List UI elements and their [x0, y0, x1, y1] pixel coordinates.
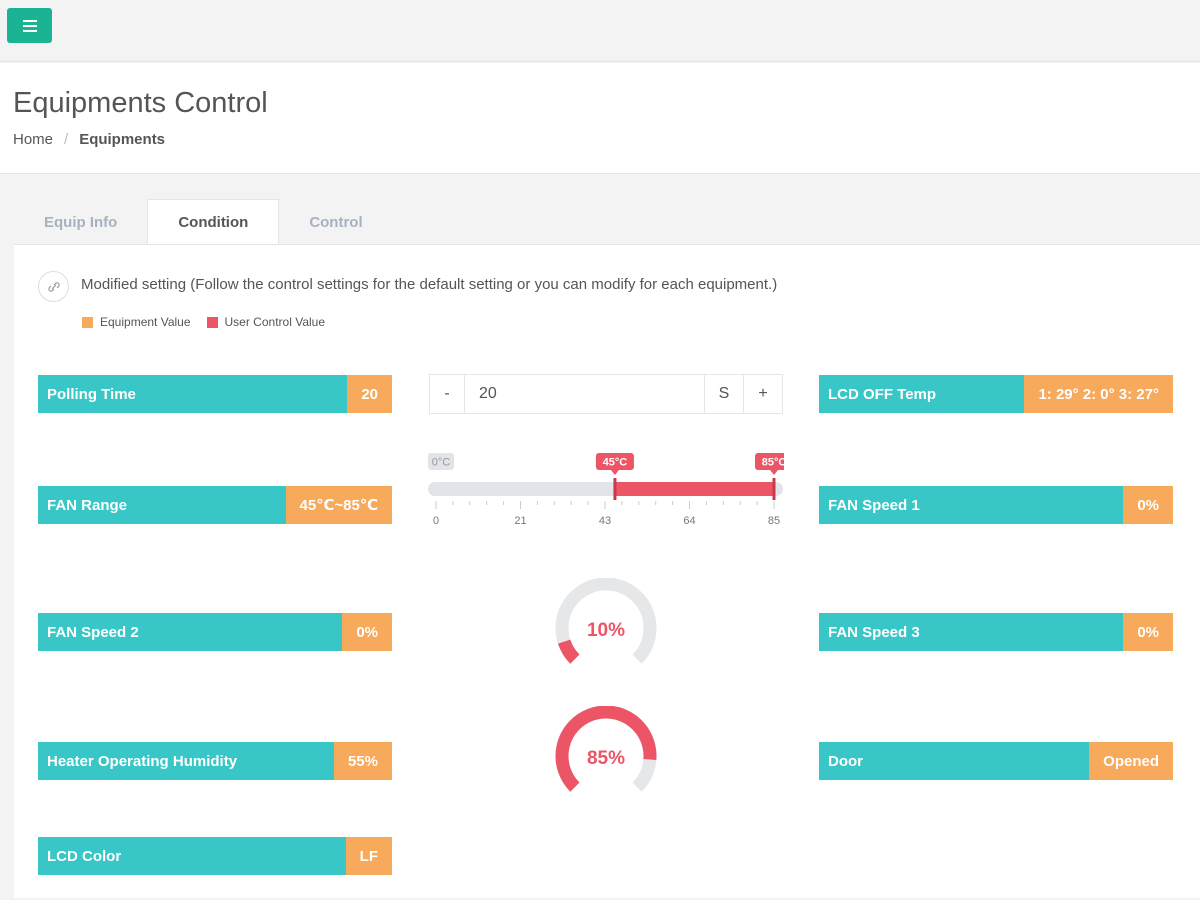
gauge-85: 85%: [555, 706, 657, 792]
breadcrumb-home-link[interactable]: Home: [13, 131, 53, 148]
menu-toggle-button[interactable]: [7, 8, 52, 43]
range-from-label: 45°C: [603, 457, 628, 469]
tab-bar: Equip Info Condition Control: [14, 199, 393, 245]
range-selected-fill: [614, 482, 774, 496]
topbar: [0, 0, 1200, 62]
polling-time-input[interactable]: 20: [465, 375, 704, 413]
breadcrumb-current: Equipments: [79, 131, 166, 148]
decrement-button[interactable]: -: [430, 375, 465, 413]
bar-label: Door: [819, 742, 1090, 780]
page-heading: Equipments Control Home / Equipments: [0, 63, 1200, 174]
range-handle-from[interactable]: [613, 478, 617, 500]
bar-value: 0%: [342, 613, 392, 651]
bar-label: FAN Speed 1: [819, 486, 1124, 524]
unit-label: S: [704, 375, 743, 413]
bar-door: Door Opened: [819, 742, 1173, 780]
legend-swatch-equipment: [82, 316, 93, 328]
legend: Equipment Value User Control Value: [82, 315, 325, 329]
bar-value: LF: [345, 837, 392, 875]
bar-value: 1: 29° 2: 0° 3: 27°: [1024, 375, 1173, 413]
breadcrumb: Home / Equipments: [13, 131, 165, 148]
link-icon: [38, 271, 69, 302]
range-ticks: 0 21 43 64 85: [433, 501, 780, 527]
range-tick-label: 43: [599, 515, 611, 527]
legend-user: User Control Value: [206, 315, 326, 329]
bar-fan-speed-2: FAN Speed 2 0%: [38, 613, 392, 651]
bar-label: FAN Speed 2: [38, 613, 343, 651]
range-tick-label: 21: [514, 515, 526, 527]
info-text: Modified setting (Follow the control set…: [81, 276, 778, 293]
bar-value: 45℃~85℃: [285, 486, 392, 524]
range-handle-to[interactable]: [772, 478, 776, 500]
legend-label-user: User Control Value: [224, 315, 326, 329]
bar-label: LCD Color: [38, 837, 346, 875]
polling-time-stepper: - 20 S +: [429, 374, 783, 414]
bar-lcd-off-temp: LCD OFF Temp 1: 29° 2: 0° 3: 27°: [819, 375, 1173, 413]
bar-value: 0%: [1123, 613, 1173, 651]
bar-heater-operating-humidity: Heater Operating Humidity 55%: [38, 742, 392, 780]
breadcrumb-separator: /: [64, 131, 69, 148]
range-tick-label: 64: [683, 515, 695, 527]
range-from-badge: 45°C: [595, 453, 634, 475]
tab-control[interactable]: Control: [279, 199, 392, 245]
bar-label: Heater Operating Humidity: [38, 742, 334, 780]
range-to-label: 85°C: [762, 457, 784, 469]
bar-value: 55%: [333, 742, 392, 780]
bar-lcd-color: LCD Color LF: [38, 837, 392, 875]
condition-panel: Modified setting (Follow the control set…: [14, 244, 1200, 898]
gauge-value-arc: [557, 639, 580, 664]
bar-value: Opened: [1089, 742, 1173, 780]
bar-value: 20: [347, 375, 392, 413]
range-tick-label: 85: [768, 515, 780, 527]
bar-fan-speed-1: FAN Speed 1 0%: [819, 486, 1173, 524]
legend-equipment: Equipment Value: [82, 315, 191, 329]
bar-label: FAN Speed 3: [819, 613, 1124, 651]
page-title: Equipments Control: [13, 87, 268, 119]
gauge-label: 10%: [587, 620, 625, 641]
range-slider-graphic[interactable]: 0°C 45°C 85°C 0 21 43 64 85: [428, 450, 793, 530]
bar-label: LCD OFF Temp: [819, 375, 1025, 413]
gauge-10: 10%: [555, 578, 657, 664]
bar-value: 0%: [1123, 486, 1173, 524]
tab-condition[interactable]: Condition: [147, 199, 280, 245]
increment-button[interactable]: +: [743, 375, 782, 413]
bar-fan-speed-3: FAN Speed 3 0%: [819, 613, 1173, 651]
range-to-badge: 85°C: [755, 453, 793, 475]
tab-equip-info[interactable]: Equip Info: [14, 199, 147, 245]
bar-polling-time: Polling Time 20: [38, 375, 392, 413]
gauge-label: 85%: [587, 748, 625, 769]
bar-fan-range: FAN Range 45℃~85℃: [38, 486, 392, 524]
range-min-label: 0°C: [432, 457, 451, 469]
legend-label-equipment: Equipment Value: [100, 315, 191, 329]
range-tick-label: 0: [433, 515, 439, 527]
bar-label: Polling Time: [38, 375, 348, 413]
legend-swatch-user: [206, 316, 218, 328]
hamburger-icon: [22, 19, 37, 32]
fan-range-slider[interactable]: 0°C 45°C 85°C 0 21 43 64 85: [428, 450, 793, 530]
bar-label: FAN Range: [38, 486, 286, 524]
